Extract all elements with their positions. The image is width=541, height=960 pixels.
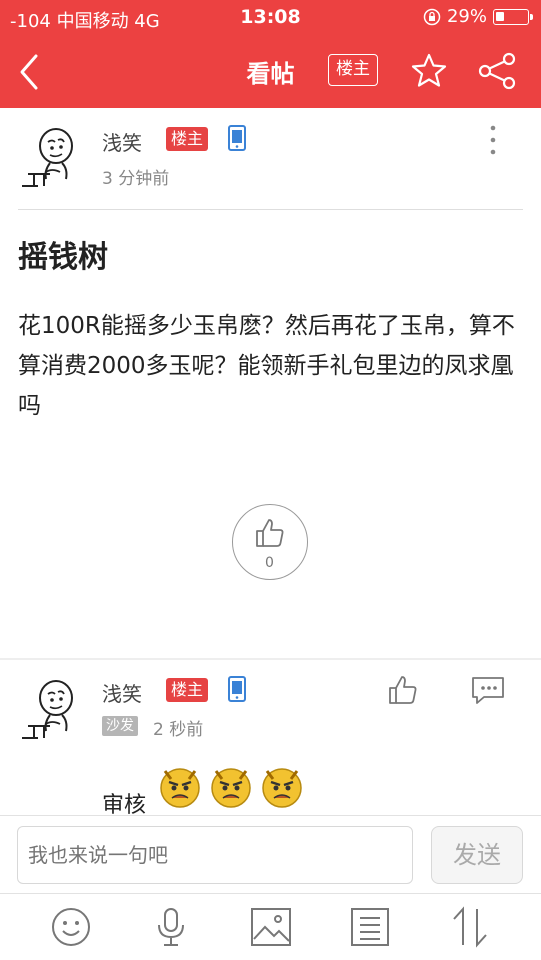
thumbs-up-icon xyxy=(256,519,284,547)
header-bar: -104 中国移动 4G 13:08 29% 看帖 楼主 xyxy=(0,0,541,108)
phone-icon xyxy=(228,125,246,151)
post-body: 花100R能摇多少玉帛麽？然后再花了玉帛，算不算消费2000多玉呢？能领新手礼包… xyxy=(18,313,515,419)
back-arrow-icon[interactable] xyxy=(14,52,46,92)
battery-fill xyxy=(496,11,504,21)
list-icon[interactable] xyxy=(348,905,392,949)
divider xyxy=(18,209,523,210)
microphone-icon[interactable] xyxy=(149,905,193,949)
reply-input[interactable] xyxy=(17,826,413,884)
bottom-toolbar xyxy=(0,893,541,960)
like-button[interactable]: 0 xyxy=(232,504,308,580)
status-bar: -104 中国移动 4G 13:08 29% xyxy=(0,0,541,36)
angry-face-emoji xyxy=(160,768,200,808)
like-count: 0 xyxy=(265,555,274,571)
nav-bar: 看帖 楼主 xyxy=(0,36,541,108)
section-divider xyxy=(0,658,541,660)
post-author-name[interactable]: 浅笑 xyxy=(102,127,142,156)
avatar[interactable] xyxy=(20,124,84,194)
reply-input-bar: 发送 xyxy=(0,815,541,893)
star-icon[interactable] xyxy=(410,52,448,90)
owner-only-button[interactable]: 楼主 xyxy=(328,54,378,86)
image-icon[interactable] xyxy=(249,905,293,949)
battery-icon xyxy=(493,8,533,25)
comment-icon[interactable] xyxy=(470,674,506,706)
avatar[interactable] xyxy=(20,676,84,746)
post-title: 摇钱树 xyxy=(18,240,108,275)
rotation-lock-icon xyxy=(423,8,441,25)
reply-author-name[interactable]: 浅笑 xyxy=(102,678,142,707)
phone-icon xyxy=(228,676,246,702)
post-time: 3 分钟前 xyxy=(102,169,170,189)
angry-face-emoji xyxy=(262,768,302,808)
smiley-icon[interactable] xyxy=(49,905,93,949)
send-button[interactable]: 发送 xyxy=(431,826,523,884)
thumbs-up-icon[interactable] xyxy=(387,674,421,706)
floor-badge: 沙发 xyxy=(102,716,138,736)
owner-badge: 楼主 xyxy=(166,127,209,151)
owner-badge: 楼主 xyxy=(166,678,209,702)
page-title: 看帖 xyxy=(246,60,295,88)
more-options-icon[interactable] xyxy=(488,124,498,158)
reply-time: 2 秒前 xyxy=(153,720,204,740)
battery-percent: 29% xyxy=(446,6,487,27)
status-right: 29% xyxy=(423,6,533,27)
share-icon[interactable] xyxy=(477,52,517,90)
sort-arrows-icon[interactable] xyxy=(448,905,492,949)
angry-face-emoji xyxy=(211,768,251,808)
